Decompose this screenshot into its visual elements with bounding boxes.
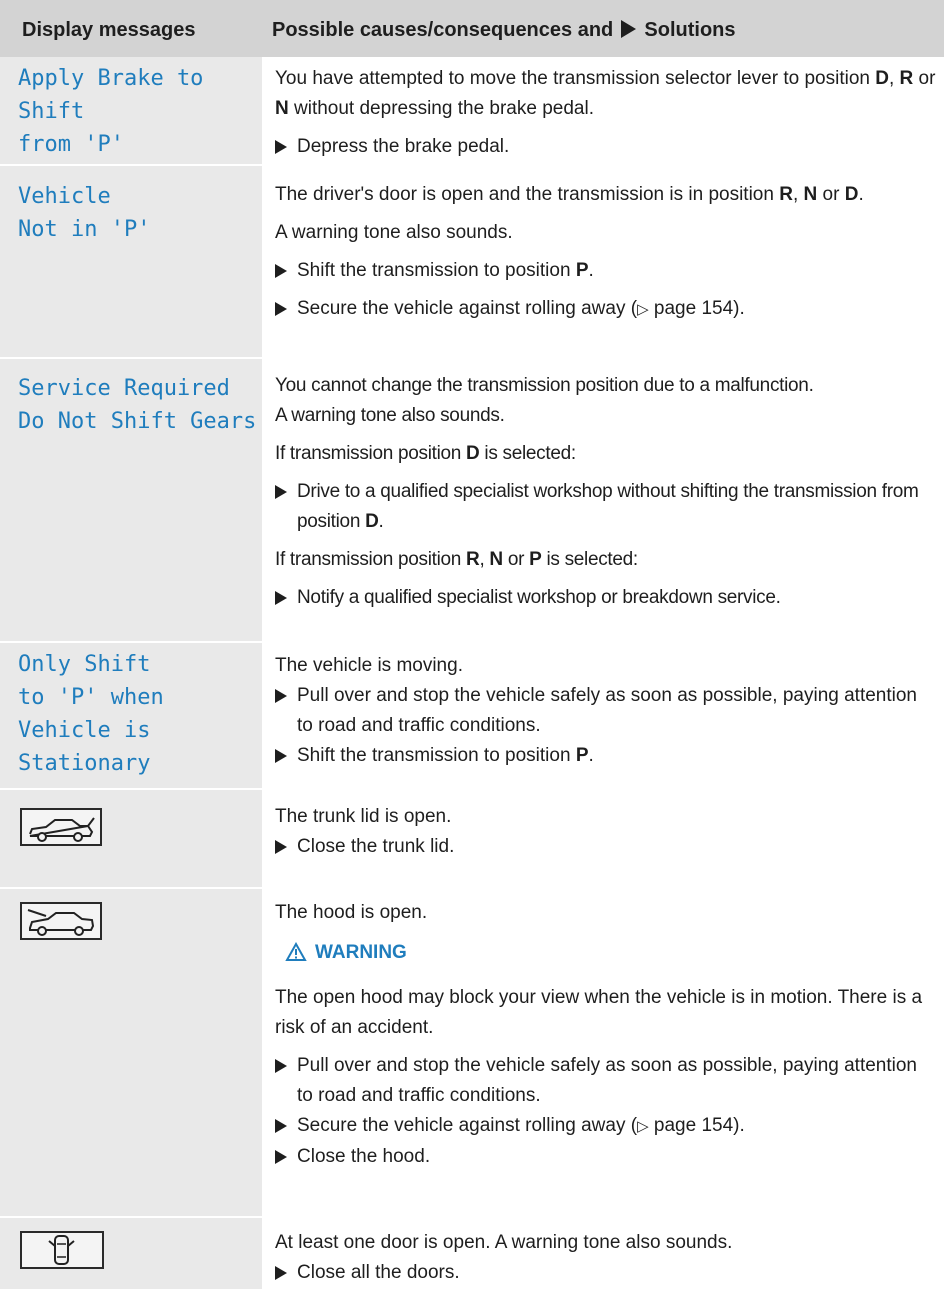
row1-cause: You have attempted to move the transmiss…: [275, 68, 936, 119]
row5-solution: Close the trunk lid.: [275, 832, 937, 862]
page-reference-icon: ▷: [637, 301, 649, 318]
message-vehicle-not-in-p: Vehicle Not in 'P': [18, 184, 151, 242]
row3-cause: You cannot change the transmission posit…: [275, 375, 814, 396]
row2-solution-2: Secure the vehicle against rolling away …: [275, 294, 937, 325]
row6-warning-body: The open hood may block your view when t…: [275, 983, 937, 1172]
row3-solution-1: Drive to a qualified specialist workshop…: [275, 477, 937, 537]
row6-solution-1: Pull over and stop the vehicle safely as…: [275, 1051, 937, 1111]
row2-description: The driver's door is open and the transm…: [275, 180, 937, 325]
row6-solution-3: Close the hood.: [275, 1142, 937, 1172]
message-apply-brake: Apply Brake to Shift from 'P': [18, 66, 204, 157]
row5-cause: The trunk lid is open.: [275, 806, 452, 827]
row4-cause: The vehicle is moving.: [275, 655, 463, 676]
row6-solution-2: Secure the vehicle against rolling away …: [275, 1111, 937, 1142]
row7-solution: Close all the doors.: [275, 1258, 937, 1288]
row3-condition-d: If transmission position D is selected:: [275, 443, 576, 464]
message-only-shift-to-p: Only Shift to 'P' when Vehicle is Statio…: [18, 652, 164, 776]
table-header: Display messages Possible causes/consequ…: [0, 0, 944, 57]
header-causes-solutions: Possible causes/consequences and Solutio…: [272, 0, 736, 57]
row-divider: [0, 887, 944, 889]
row6-description: The hood is open.: [275, 898, 937, 928]
row4-solution-1: Pull over and stop the vehicle safely as…: [275, 681, 937, 741]
row4-description: The vehicle is moving. Pull over and sto…: [275, 651, 937, 771]
row6-cause: The hood is open.: [275, 902, 428, 923]
display-messages-table: Display messages Possible causes/consequ…: [0, 0, 944, 1289]
header-causes-text: Possible causes/consequences and: [272, 19, 614, 41]
row3-description: You cannot change the transmission posit…: [275, 371, 937, 613]
warning-label: WARNING: [315, 942, 407, 963]
row-divider: [0, 788, 944, 790]
header-display-messages: Display messages: [22, 19, 196, 41]
row-divider: [0, 1216, 944, 1218]
row2-solution-1: Shift the transmission to position P.: [275, 256, 937, 286]
header-solutions-text: Solutions: [644, 19, 736, 41]
row7-description: At least one door is open. A warning ton…: [275, 1228, 937, 1288]
row7-cause: At least one door is open. A warning ton…: [275, 1232, 733, 1253]
door-open-icon: [20, 1231, 104, 1269]
page-reference-icon: ▷: [637, 1118, 649, 1135]
row-divider: [0, 164, 944, 166]
row3-solution-2: Notify a qualified specialist workshop o…: [275, 583, 937, 613]
message-service-required: Service Required Do Not Shift Gears: [18, 376, 257, 434]
row1-description: You have attempted to move the transmiss…: [275, 64, 937, 162]
row6-warning-text: The open hood may block your view when t…: [275, 987, 923, 1038]
row3-note: A warning tone also sounds.: [275, 405, 505, 426]
trunk-open-icon: [20, 808, 102, 846]
row1-solution: Depress the brake pedal.: [275, 132, 937, 162]
row2-cause: The driver's door is open and the transm…: [275, 184, 864, 205]
row3-condition-rnp: If transmission position R, N or P is se…: [275, 549, 638, 570]
solution-arrow-icon: [620, 20, 636, 38]
row-divider: [0, 357, 944, 359]
row-divider: [0, 641, 944, 643]
row5-description: The trunk lid is open. Close the trunk l…: [275, 802, 937, 862]
warning-triangle-icon: [285, 941, 307, 961]
hood-open-icon: [20, 902, 102, 940]
warning-heading: WARNING: [285, 941, 407, 964]
row4-solution-2: Shift the transmission to position P.: [275, 741, 937, 771]
row2-note: A warning tone also sounds.: [275, 222, 513, 243]
